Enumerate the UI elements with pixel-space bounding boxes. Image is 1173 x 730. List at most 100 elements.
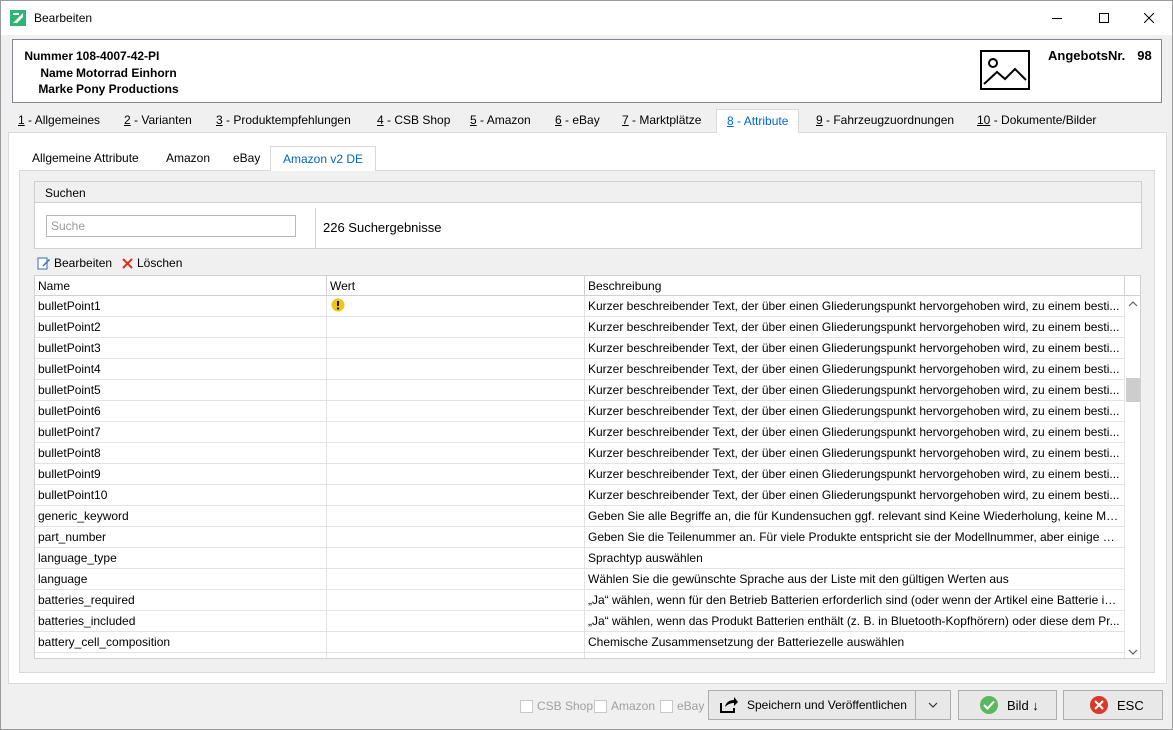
edit-label: Bearbeiten [54,256,113,270]
cell-name: part_number [35,527,327,547]
product-info-panel: Nummer 108-4007-42-PI Name Motorrad Einh… [12,39,1162,103]
cell-name: bulletPoint8 [35,443,327,463]
nummer-label: Nummer [24,49,73,63]
cell-name: batteries_required [35,590,327,610]
tab-produktempfehlungen[interactable]: 3 - Produktempfehlungen [211,109,356,132]
tab-dokumente-bilder[interactable]: 10 - Dokumente/Bilder [972,109,1101,132]
esc-label: ESC [1117,697,1144,713]
delete-label: Löschen [137,256,183,270]
close-icon [1144,13,1154,23]
save-and-publish-button[interactable]: Speichern und Veröffentlichen [708,690,916,720]
table-row[interactable] [35,653,1125,658]
name-label: Name [40,66,73,80]
angebot-number: AngebotsNr. 98 [1048,48,1152,63]
ebay-checkbox[interactable]: eBay [660,698,704,714]
table-row[interactable]: language_type Sprachtyp auswählen [35,548,1125,569]
column-header-wert[interactable]: Wert [327,276,585,296]
cell-wert [327,359,585,379]
tab-ebay[interactable]: 6 - eBay [550,109,605,132]
cell-name: bulletPoint1 [35,296,327,316]
tab-amazon-attributes[interactable]: Amazon [160,146,216,170]
cell-beschreibung [585,653,1125,658]
table-row[interactable]: bulletPoint8 Kurzer beschreibender Text, … [35,443,1125,464]
delete-button[interactable]: Löschen [121,254,182,272]
tab-attribute[interactable]: 8 - Attribute [716,109,800,133]
maximize-button[interactable] [1081,1,1127,35]
search-input[interactable] [46,215,296,237]
amazon-checkbox[interactable]: Amazon [594,698,655,714]
cell-wert [327,632,585,652]
tab-marktplaetze[interactable]: 7 - Marktplätze [617,109,706,132]
cell-beschreibung: Kurzer beschreibender Text, der über ein… [585,380,1125,400]
cell-beschreibung: Kurzer beschreibender Text, der über ein… [585,338,1125,358]
table-row[interactable]: generic_keyword Geben Sie alle Begriffe a… [35,506,1125,527]
scroll-down-icon[interactable] [1125,644,1141,659]
table-row[interactable]: bulletPoint6 Kurzer beschreibender Text, … [35,401,1125,422]
cancel-circle-icon [1090,696,1108,714]
column-header-beschreibung[interactable]: Beschreibung [585,276,1125,296]
edit-icon [37,257,50,270]
scroll-thumb[interactable] [1126,378,1140,402]
table-row[interactable]: bulletPoint7 Kurzer beschreibender Text, … [35,422,1125,443]
cell-wert [327,464,585,484]
name-value: Motorrad Einhorn [76,66,177,80]
attribute-grid: Name Wert Beschreibung bulletPoint1 Kurze… [34,275,1141,659]
table-row[interactable]: bulletPoint10 Kurzer beschreibender Text,… [35,485,1125,506]
close-button[interactable] [1126,1,1172,35]
checkbox-box [660,699,673,713]
table-row[interactable]: bulletPoint4 Kurzer beschreibender Text, … [35,359,1125,380]
cell-name: bulletPoint5 [35,380,327,400]
table-row[interactable]: bulletPoint2 Kurzer beschreibender Text, … [35,317,1125,338]
tab-allgemeine-attribute[interactable]: Allgemeine Attribute [26,146,145,170]
table-row[interactable]: batteries_included „Ja“ wählen, wenn das … [35,611,1125,632]
app-logo-icon [10,10,26,26]
tab-ebay-attributes[interactable]: eBay [227,146,266,170]
cell-wert [327,380,585,400]
table-row[interactable]: language Wählen Sie die gewünschte Sprach… [35,569,1125,590]
scroll-up-icon[interactable] [1125,296,1141,312]
tab-amazon[interactable]: 5 - Amazon [465,109,536,132]
delete-icon [122,257,133,269]
tab-allgemeines[interactable]: 1 - Allgemeines [13,109,105,132]
cell-wert [327,338,585,358]
edit-button[interactable]: Bearbeiten [37,254,112,272]
bild-button[interactable]: Bild ↓ [958,690,1057,720]
table-row[interactable]: bulletPoint3 Kurzer beschreibender Text, … [35,338,1125,359]
table-row[interactable]: part_number Geben Sie die Teilenummer an.… [35,527,1125,548]
table-row[interactable]: bulletPoint5 Kurzer beschreibender Text, … [35,380,1125,401]
share-icon [720,697,738,713]
cell-wert [327,548,585,568]
minimize-button[interactable] [1034,1,1080,35]
cell-beschreibung: Kurzer beschreibender Text, der über ein… [585,317,1125,337]
check-circle-icon [980,696,998,714]
tab-amazon-v2-de[interactable]: Amazon v2 DE [270,146,377,171]
product-image-icon[interactable] [980,50,1030,90]
cell-name [35,653,327,658]
cell-beschreibung: Geben Sie alle Begriffe an, die für Kund… [585,506,1125,526]
grid-body: bulletPoint1 Kurzer beschreibender Text, … [35,296,1125,658]
table-row[interactable]: battery_cell_composition Chemische Zusamm… [35,632,1125,653]
cell-beschreibung: Kurzer beschreibender Text, der über ein… [585,422,1125,442]
table-row[interactable]: bulletPoint1 Kurzer beschreibender Text, … [35,296,1125,317]
cell-name: bulletPoint6 [35,401,327,421]
tab-varianten[interactable]: 2 - Varianten [119,109,197,132]
csb-shop-checkbox[interactable]: CSB Shop [520,698,593,714]
cell-wert [327,569,585,589]
cell-wert [327,485,585,505]
tab-fahrzeugzuordnungen[interactable]: 9 - Fahrzeugzuordnungen [811,109,959,132]
column-header-name[interactable]: Name [35,276,327,296]
cell-beschreibung: Geben Sie die Teilenummer an. Für viele … [585,527,1125,547]
marke-label: Marke [38,82,73,96]
publish-options-dropdown[interactable] [915,690,951,720]
warning-icon [331,298,345,312]
esc-button[interactable]: ESC [1063,690,1163,720]
table-row[interactable]: batteries_required „Ja“ wählen, wenn für … [35,590,1125,611]
cell-name: bulletPoint4 [35,359,327,379]
table-row[interactable]: bulletPoint9 Kurzer beschreibender Text, … [35,464,1125,485]
cell-wert [327,317,585,337]
search-divider [315,208,316,248]
grid-vertical-scrollbar[interactable] [1125,296,1141,659]
bild-label: Bild ↓ [1007,697,1039,713]
tab-csb-shop[interactable]: 4 - CSB Shop [372,109,455,132]
edit-window: Bearbeiten Nummer 108-4007-42-PI Name Mo… [0,0,1173,730]
